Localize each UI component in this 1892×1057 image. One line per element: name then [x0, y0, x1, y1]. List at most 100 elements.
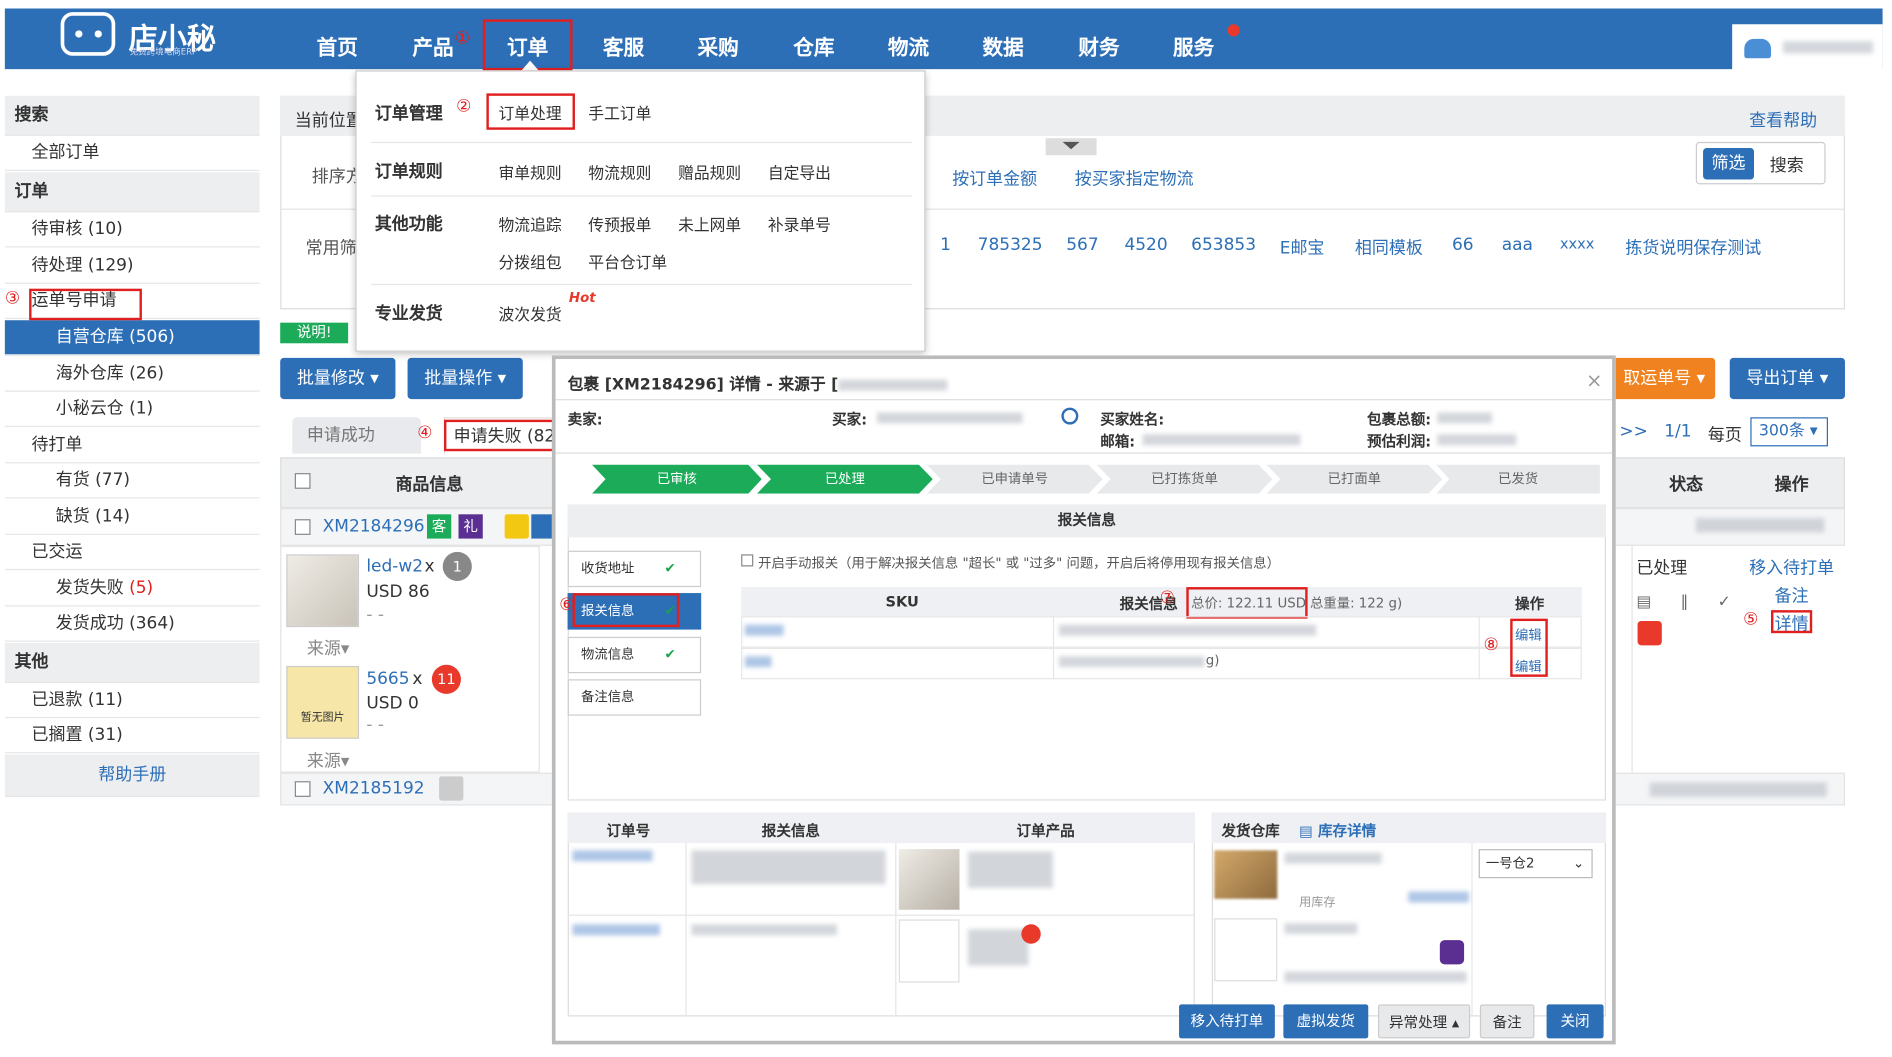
- customer-tag: 客: [426, 514, 452, 539]
- menu-item-logistics-rules[interactable]: 物流规则: [588, 160, 651, 183]
- tab-logistics-info[interactable]: 物流信息 ✔: [567, 636, 702, 674]
- nav-purchase[interactable]: 采购: [697, 30, 738, 60]
- sidebar-item-in-stock[interactable]: 有货 (77): [4, 463, 260, 499]
- sidebar-item-shelved[interactable]: 已搁置 (31): [4, 718, 260, 754]
- nav-warehouse[interactable]: 仓库: [793, 30, 834, 60]
- virtual-ship-button[interactable]: 虚拟发货: [1283, 1004, 1369, 1039]
- common-tag[interactable]: aaa: [1502, 235, 1533, 254]
- menu-item-add-tracking[interactable]: 补录单号: [768, 212, 831, 235]
- menu-item-platform-warehouse[interactable]: 平台仓订单: [588, 250, 667, 273]
- common-tag[interactable]: E邮宝: [1280, 235, 1325, 259]
- close-button[interactable]: 关闭: [1546, 1004, 1604, 1039]
- step-marker-2: ②: [456, 97, 472, 117]
- menu-item-upload-forecast[interactable]: 传预报单: [588, 212, 651, 235]
- sidebar-item-to-print[interactable]: 待打单: [4, 428, 260, 464]
- manual-customs-checkbox[interactable]: [741, 554, 754, 567]
- move-to-print-link[interactable]: 移入待打单: [1749, 556, 1834, 580]
- batch-edit-button[interactable]: 批量修改 ▾: [280, 357, 396, 400]
- cancel-tracking-button[interactable]: 取运单号 ▾: [1613, 357, 1716, 400]
- step-marker-1: ①: [454, 29, 471, 49]
- filter-button[interactable]: 筛选: [1703, 147, 1754, 180]
- row-checkbox[interactable]: [294, 519, 311, 535]
- divider: [1471, 843, 1473, 1017]
- tab-shipping-address[interactable]: 收货地址 ✔: [567, 550, 702, 588]
- nav-services[interactable]: 服务: [1173, 30, 1214, 60]
- common-tag[interactable]: 66: [1452, 235, 1474, 254]
- common-tag[interactable]: xxxx: [1560, 235, 1594, 252]
- exception-button[interactable]: 异常处理 ▴: [1377, 1004, 1471, 1039]
- sidebar-item-pending-review[interactable]: 待审核 (10): [4, 212, 260, 248]
- nav-finance[interactable]: 财务: [1078, 30, 1119, 60]
- order-id-link[interactable]: XM2185192: [323, 779, 425, 798]
- common-tag[interactable]: 785325: [978, 235, 1043, 254]
- remark-link[interactable]: 备注: [1775, 583, 1809, 607]
- sidebar-item-pending[interactable]: 待处理 (129): [4, 249, 260, 284]
- sidebar-item-overseas-warehouse[interactable]: 海外仓库 (26): [4, 357, 260, 392]
- blurred-sku[interactable]: [744, 656, 772, 668]
- sidebar-item-shipped[interactable]: 已交运: [4, 535, 260, 571]
- sidebar-item-own-warehouse[interactable]: 自营仓库 (506): [4, 320, 260, 356]
- nav-home[interactable]: 首页: [317, 30, 358, 60]
- tab-remarks[interactable]: 备注信息: [567, 679, 702, 716]
- menu-item-distribution[interactable]: 分拨组包: [499, 250, 562, 273]
- blurred-sku[interactable]: [744, 624, 784, 636]
- sidebar-item-ship-success[interactable]: 发货成功 (364): [4, 607, 260, 642]
- nav-logistics[interactable]: 物流: [888, 30, 929, 60]
- user-menu[interactable]: [1732, 24, 1883, 71]
- item-sku[interactable]: 5665: [366, 670, 409, 689]
- collapse-handle[interactable]: [1045, 138, 1097, 156]
- page-size-select[interactable]: 300条 ▾: [1750, 417, 1828, 447]
- item-source[interactable]: 来源▾: [307, 748, 349, 772]
- nav-service[interactable]: 客服: [603, 30, 644, 60]
- common-tag[interactable]: 653853: [1191, 235, 1256, 254]
- nav-data[interactable]: 数据: [983, 30, 1024, 60]
- remark-button[interactable]: 备注: [1479, 1004, 1535, 1039]
- sort-by-buyer-logistics[interactable]: 按买家指定物流: [1075, 166, 1194, 190]
- tab-apply-success[interactable]: 申请成功 (424): [292, 417, 421, 482]
- warehouse-select[interactable]: 一号仓2 ⌄: [1478, 849, 1593, 879]
- help-link[interactable]: 查看帮助: [1749, 108, 1817, 132]
- move-to-print-button[interactable]: 移入待打单: [1179, 1004, 1275, 1039]
- menu-item-manual-order[interactable]: 手工订单: [588, 101, 651, 124]
- common-tag[interactable]: 相同模板: [1355, 235, 1423, 259]
- sidebar-item-out-of-stock[interactable]: 缺货 (14): [4, 500, 260, 535]
- common-tag[interactable]: 567: [1066, 235, 1098, 254]
- sort-by-amount[interactable]: 按订单金额: [952, 166, 1037, 190]
- menu-item-review-rules[interactable]: 审单规则: [499, 160, 562, 183]
- status-action-icons[interactable]: ▤ ∥ ✓: [1636, 593, 1743, 611]
- location-label: 当前位置: [294, 111, 363, 132]
- blurred-product: [967, 929, 1029, 966]
- nav-product[interactable]: 产品: [412, 30, 453, 60]
- order-id-link[interactable]: XM2184296: [323, 517, 425, 536]
- sidebar-item-all-orders[interactable]: 全部订单: [4, 136, 260, 172]
- blurred-order-no[interactable]: [572, 850, 653, 862]
- export-orders-button[interactable]: 导出订单 ▾: [1729, 357, 1845, 400]
- common-tag[interactable]: 4520: [1124, 235, 1167, 254]
- blurred-order-no[interactable]: [572, 924, 660, 936]
- common-tag[interactable]: 1: [940, 235, 951, 254]
- batch-operate-button[interactable]: 批量操作 ▾: [407, 357, 523, 400]
- sidebar-item-refunded[interactable]: 已退款 (11): [4, 683, 260, 719]
- item-source[interactable]: 来源▾: [307, 636, 349, 660]
- item-sku[interactable]: led-w2: [366, 557, 423, 576]
- common-tag[interactable]: 拣货说明保存测试: [1625, 235, 1761, 259]
- pager-next[interactable]: >>: [1619, 422, 1647, 441]
- menu-item-gift-rules[interactable]: 赠品规则: [678, 160, 741, 183]
- block-icon[interactable]: [1061, 407, 1079, 425]
- search-button[interactable]: 搜索: [1770, 153, 1804, 177]
- close-icon[interactable]: ×: [1586, 369, 1602, 392]
- filter-search-toggle: 筛选 搜索: [1695, 141, 1826, 185]
- sidebar-item-cloud-warehouse[interactable]: 小秘云仓 (1): [4, 392, 260, 427]
- menu-item-not-online[interactable]: 未上网单: [678, 212, 741, 235]
- alert-icon[interactable]: [1637, 621, 1662, 646]
- menu-item-wave-shipping[interactable]: 波次发货: [499, 302, 562, 325]
- stock-detail-link[interactable]: ▤ 库存详情: [1299, 820, 1376, 841]
- select-all-checkbox[interactable]: [294, 473, 311, 489]
- row-checkbox[interactable]: [294, 781, 311, 797]
- menu-item-tracking[interactable]: 物流追踪: [499, 212, 562, 235]
- sidebar-item-ship-failed[interactable]: 发货失败 (5): [4, 571, 260, 607]
- user-name-blurred: [1783, 41, 1873, 54]
- menu-item-custom-export[interactable]: 自定导出: [768, 160, 831, 183]
- help-manual-link[interactable]: 帮助手册: [4, 754, 260, 797]
- highlight-box-total: [1186, 587, 1308, 619]
